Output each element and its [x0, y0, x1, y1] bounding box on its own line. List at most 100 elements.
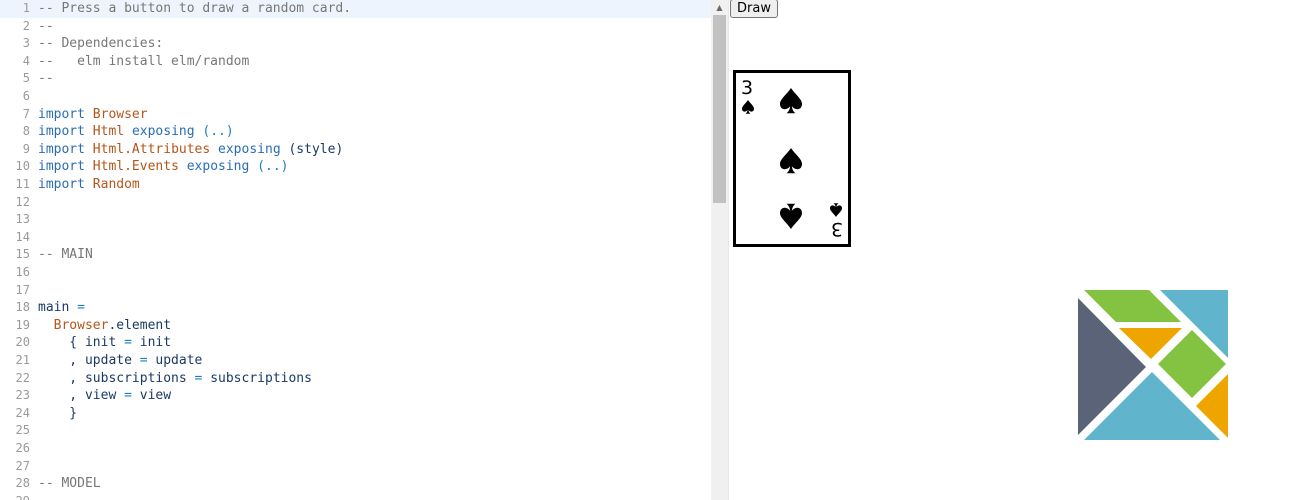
code-token: Browser: [53, 317, 109, 333]
code-text: import Html.Attributes exposing (style): [38, 141, 343, 159]
code-line[interactable]: 3 -- Dependencies:: [0, 35, 711, 53]
code-text: import Random: [38, 176, 140, 194]
code-line[interactable]: 19 Browser.element: [0, 317, 711, 335]
code-line[interactable]: 22 , subscriptions = subscriptions: [0, 370, 711, 388]
line-number: 8: [22, 124, 30, 139]
scroll-up-arrow-icon[interactable]: ▲: [711, 0, 728, 14]
code-line[interactable]: 10 import Html.Events exposing (..): [0, 158, 711, 176]
code-text: }: [38, 405, 77, 423]
line-number: 20: [15, 335, 30, 350]
code-line[interactable]: 26: [0, 440, 711, 458]
code-line[interactable]: 7 import Browser: [0, 106, 711, 124]
code-token: (style): [280, 141, 344, 157]
code-line[interactable]: 20 { init = init: [0, 334, 711, 352]
code-token: update: [147, 353, 203, 368]
code-token: }: [38, 405, 78, 421]
elm-logo: [1078, 290, 1228, 440]
code-token: import: [38, 124, 85, 140]
code-token: view: [131, 388, 172, 404]
line-number: 16: [15, 265, 30, 279]
code-token: -- Dependencies:: [38, 36, 164, 52]
scroll-thumb[interactable]: [713, 15, 726, 203]
line-number: 11: [15, 177, 30, 191]
code-token: main: [38, 300, 70, 316]
code-token: -- Press a button to draw a random card.: [38, 1, 352, 16]
code-token: --: [38, 18, 54, 34]
code-text: --: [38, 70, 54, 88]
code-token: , view: [38, 388, 125, 404]
line-number: 22: [15, 370, 30, 385]
code-line[interactable]: 16: [0, 264, 711, 282]
code-token: init: [131, 335, 172, 351]
line-number: 24: [15, 405, 30, 420]
code-token: , subscriptions: [38, 370, 195, 386]
editor-scrollbar[interactable]: ▲: [711, 0, 728, 500]
code-line[interactable]: 27: [0, 458, 711, 476]
code-token: import: [38, 141, 85, 157]
output-pane: Draw 3 3: [729, 0, 1300, 500]
code-line[interactable]: 29: [0, 493, 711, 500]
line-number: 10: [15, 159, 30, 174]
code-text: -- elm install elm/random: [38, 53, 249, 71]
line-number: 4: [22, 53, 30, 68]
line-number: 6: [22, 89, 30, 103]
code-token: =: [124, 388, 132, 404]
code-text: --: [38, 18, 54, 36]
line-number: 29: [0, 493, 30, 500]
code-token: { init: [38, 335, 125, 351]
code-line[interactable]: 9 import Html.Attributes exposing (style): [0, 141, 711, 159]
code-line[interactable]: 18 main =: [0, 299, 711, 317]
code-token: -- MODEL: [38, 476, 101, 492]
line-number: 18: [15, 300, 30, 315]
code-text: , update = update: [38, 352, 202, 370]
line-number: 23: [15, 388, 30, 403]
code-line[interactable]: 1 -- Press a button to draw a random card…: [0, 0, 711, 18]
code-line[interactable]: 15 -- MAIN: [0, 246, 711, 264]
code-line[interactable]: 2 --: [0, 18, 711, 36]
code-line[interactable]: 13: [0, 211, 711, 229]
code-line[interactable]: 12: [0, 194, 711, 212]
code-token: =: [69, 300, 93, 316]
line-number: 25: [15, 423, 30, 438]
code-line[interactable]: 14: [0, 229, 711, 247]
line-number: 15: [15, 247, 30, 262]
line-number: 9: [22, 141, 30, 156]
code-line[interactable]: 17: [0, 282, 711, 300]
code-token: exposing: [131, 124, 195, 140]
code-token: (..): [249, 159, 289, 175]
code-text: -- MAIN: [38, 246, 93, 264]
draw-button[interactable]: Draw: [730, 0, 778, 18]
code-text: Browser.element: [38, 317, 171, 335]
card-rank-bottom: 3: [831, 218, 843, 240]
code-line[interactable]: 24 }: [0, 405, 711, 423]
code-token: exposing: [218, 141, 281, 157]
line-number: 19: [15, 317, 30, 332]
code-line[interactable]: 5 --: [0, 70, 711, 88]
code-editor[interactable]: 1 -- Press a button to draw a random card…: [0, 0, 711, 500]
code-line[interactable]: 25: [0, 422, 711, 440]
code-token: Html.Attributes: [92, 141, 211, 157]
code-line[interactable]: 11 import Random: [0, 176, 711, 194]
code-line[interactable]: 21 , update = update: [0, 352, 711, 370]
app-window: 1 -- Press a button to draw a random card…: [0, 0, 1300, 500]
line-number: 1: [22, 1, 30, 15]
line-number: 12: [15, 194, 30, 209]
line-number: 28: [15, 476, 30, 491]
code-token: =: [124, 335, 132, 351]
code-token: Html: [92, 124, 125, 140]
code-line[interactable]: 23 , view = view: [0, 387, 711, 405]
line-number: 5: [22, 71, 30, 86]
code-text: -- Dependencies:: [38, 35, 163, 53]
code-line[interactable]: 4 -- elm install elm/random: [0, 53, 711, 71]
code-line[interactable]: 28 -- MODEL: [0, 475, 711, 493]
code-line[interactable]: 6: [0, 88, 711, 106]
code-token: subscriptions: [202, 370, 312, 386]
code-line[interactable]: 8 import Html exposing (..): [0, 123, 711, 141]
code-text: import Html exposing (..): [38, 123, 234, 141]
